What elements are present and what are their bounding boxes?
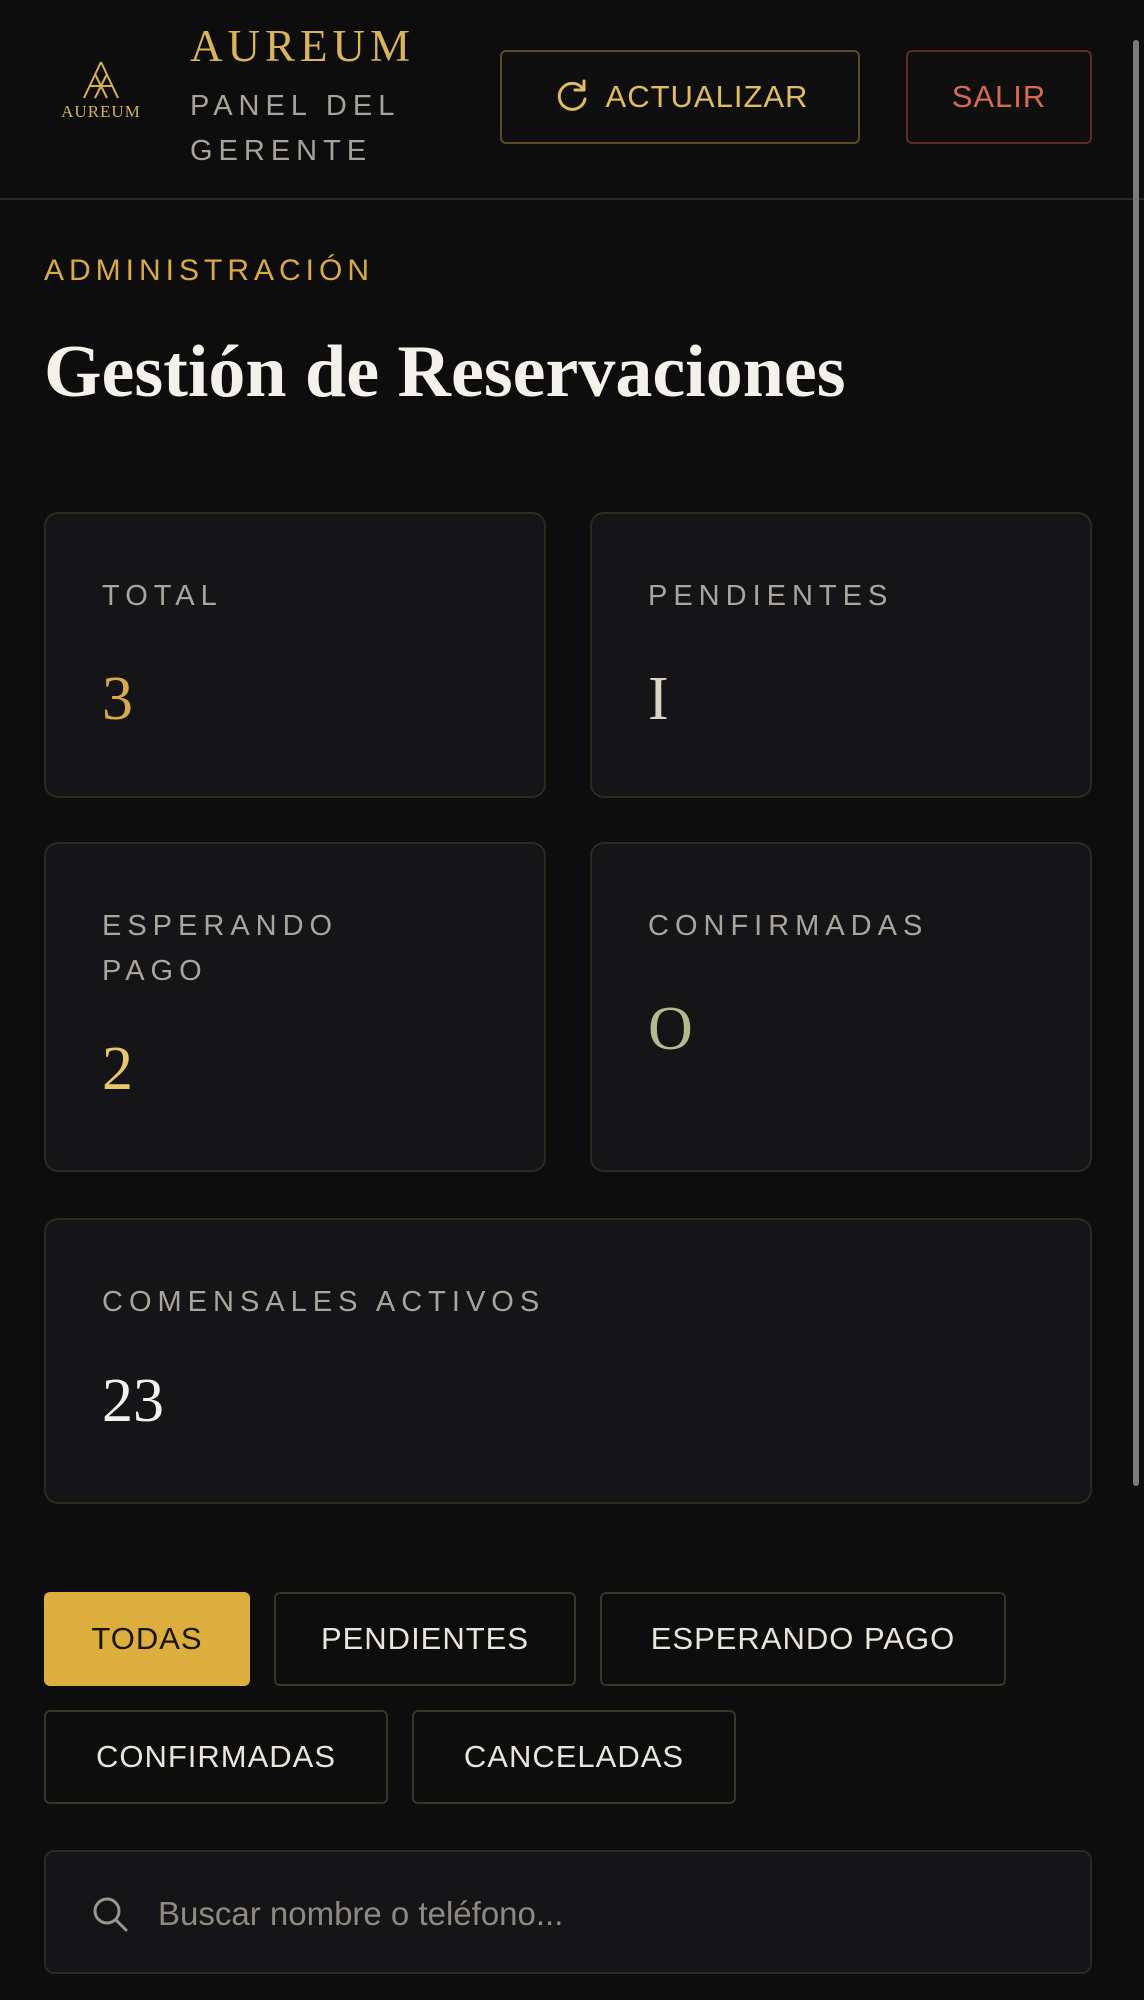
search-box xyxy=(44,1850,1092,1974)
refresh-label: ACTUALIZAR xyxy=(605,79,809,114)
stat-card-pending: PENDIENTES I xyxy=(590,512,1092,798)
stat-label: TOTAL xyxy=(102,580,223,612)
section-eyebrow: ADMINISTRACIÓN xyxy=(44,254,375,287)
stat-card-active-diners: COMENSALES ACTIVOS 23 xyxy=(44,1218,1092,1504)
top-header: AUREUM AUREUM PANEL DEL GERENTE ACTUALIZ… xyxy=(0,0,1144,200)
search-input[interactable] xyxy=(158,1876,1058,1952)
refresh-icon xyxy=(557,79,587,111)
search-icon xyxy=(93,1897,128,1932)
scrollbar[interactable] xyxy=(1133,40,1139,1486)
filter-cancelled[interactable]: CANCELADAS xyxy=(412,1710,736,1804)
stat-card-confirmed: CONFIRMADAS O xyxy=(590,842,1092,1172)
filter-all[interactable]: TODAS xyxy=(44,1592,250,1686)
stat-value: 3 xyxy=(102,665,133,733)
logout-button[interactable]: SALIR xyxy=(906,50,1092,144)
stat-label: COMENSALES ACTIVOS xyxy=(102,1286,546,1318)
page-title: Gestión de Reservaciones xyxy=(44,331,846,413)
stat-card-awaiting-payment: ESPERANDO PAGO 2 xyxy=(44,842,546,1172)
stat-label: PENDIENTES xyxy=(648,580,894,612)
brand-subtitle: PANEL DEL GERENTE xyxy=(190,90,400,167)
stat-label: ESPERANDO PAGO xyxy=(102,910,339,987)
logo-icon xyxy=(83,61,119,99)
logo: AUREUM xyxy=(54,60,148,122)
brand-name: AUREUM xyxy=(190,21,416,71)
filter-confirmed[interactable]: CONFIRMADAS xyxy=(44,1710,388,1804)
stat-card-total: TOTAL 3 xyxy=(44,512,546,798)
refresh-button[interactable]: ACTUALIZAR xyxy=(500,50,860,144)
stat-value: 2 xyxy=(102,1035,133,1103)
page: AUREUM AUREUM PANEL DEL GERENTE ACTUALIZ… xyxy=(0,0,1144,2000)
stat-value: 23 xyxy=(102,1367,164,1435)
stat-value: I xyxy=(648,665,669,733)
filter-awaiting-payment[interactable]: ESPERANDO PAGO xyxy=(600,1592,1006,1686)
stat-label: CONFIRMADAS xyxy=(648,910,929,942)
filter-pending[interactable]: PENDIENTES xyxy=(274,1592,576,1686)
stat-value: O xyxy=(648,995,693,1063)
logo-text: AUREUM xyxy=(61,102,141,121)
